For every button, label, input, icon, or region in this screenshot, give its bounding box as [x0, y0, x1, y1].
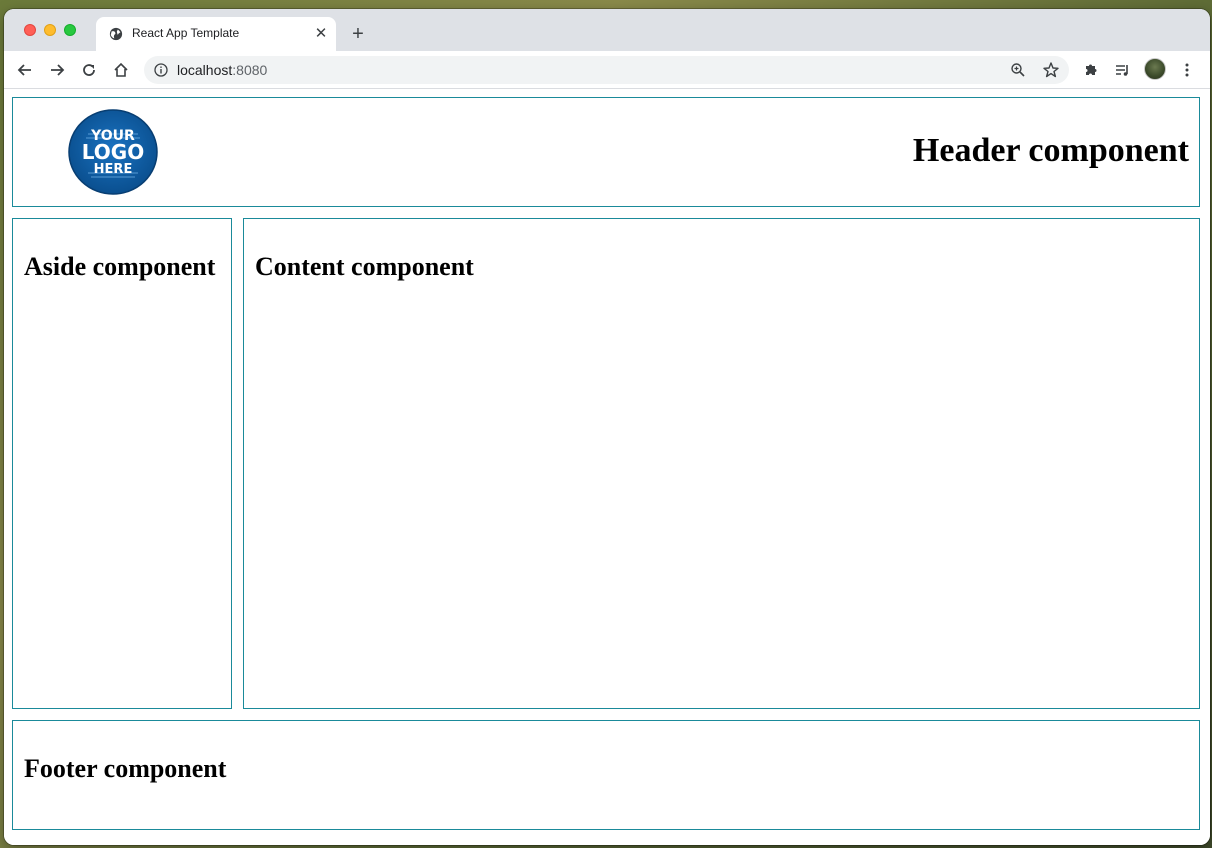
reload-button[interactable]: [78, 59, 100, 81]
browser-window: React App Template ✕ + localhost:8080 YO…: [4, 9, 1210, 845]
home-button[interactable]: [110, 59, 132, 81]
url-host: localhost: [177, 62, 233, 78]
arrow-left-icon: [17, 64, 31, 76]
page-viewport: YOUR LOGO HERE Header component Aside co…: [4, 90, 1210, 845]
back-button[interactable]: [14, 59, 36, 81]
window-close-button[interactable]: [24, 24, 36, 36]
zoom-icon[interactable]: [1010, 62, 1026, 78]
header-title: Header component: [912, 132, 1189, 169]
tab-react-app-template[interactable]: React App Template ✕: [96, 17, 336, 51]
url-port: :8080: [232, 62, 268, 78]
info-icon[interactable]: [154, 63, 168, 77]
globe-icon: [109, 27, 123, 41]
bookmark-star-icon[interactable]: [1042, 61, 1060, 79]
browser-toolbar: localhost:8080: [4, 51, 1210, 89]
content-title: Content component: [255, 252, 474, 281]
logo-text-here: HERE: [94, 162, 133, 177]
tab-title: React App Template: [132, 26, 240, 40]
menu-button[interactable]: [1176, 59, 1198, 81]
logo-text-logo: LOGO: [82, 140, 144, 164]
tab-strip: React App Template ✕ +: [4, 9, 1210, 51]
window-maximize-button[interactable]: [64, 24, 76, 36]
extensions-button[interactable]: [1080, 59, 1102, 81]
arrow-right-icon: [51, 64, 65, 76]
window-minimize-button[interactable]: [44, 24, 56, 36]
reload-icon: [83, 64, 95, 76]
puzzle-icon: [1086, 64, 1097, 75]
profile-avatar[interactable]: [1144, 58, 1166, 80]
media-controls-button[interactable]: [1112, 59, 1134, 81]
more-vert-icon: [1185, 63, 1189, 77]
header-component: YOUR LOGO HERE Header component: [12, 97, 1200, 207]
tab-close-icon[interactable]: ✕: [312, 25, 330, 43]
address-bar[interactable]: localhost:8080: [144, 56, 1069, 84]
home-icon: [114, 62, 128, 77]
aside-component: Aside component: [12, 218, 232, 709]
content-component: Content component: [243, 218, 1200, 709]
footer-component: Footer component: [12, 720, 1200, 830]
logo-icon: YOUR LOGO HERE: [68, 109, 158, 195]
forward-button[interactable]: [46, 59, 68, 81]
footer-title: Footer component: [24, 754, 227, 783]
playlist-icon: [1116, 65, 1128, 76]
url-text[interactable]: localhost:8080: [177, 62, 267, 78]
new-tab-button[interactable]: +: [347, 23, 369, 45]
aside-title: Aside component: [24, 252, 216, 281]
